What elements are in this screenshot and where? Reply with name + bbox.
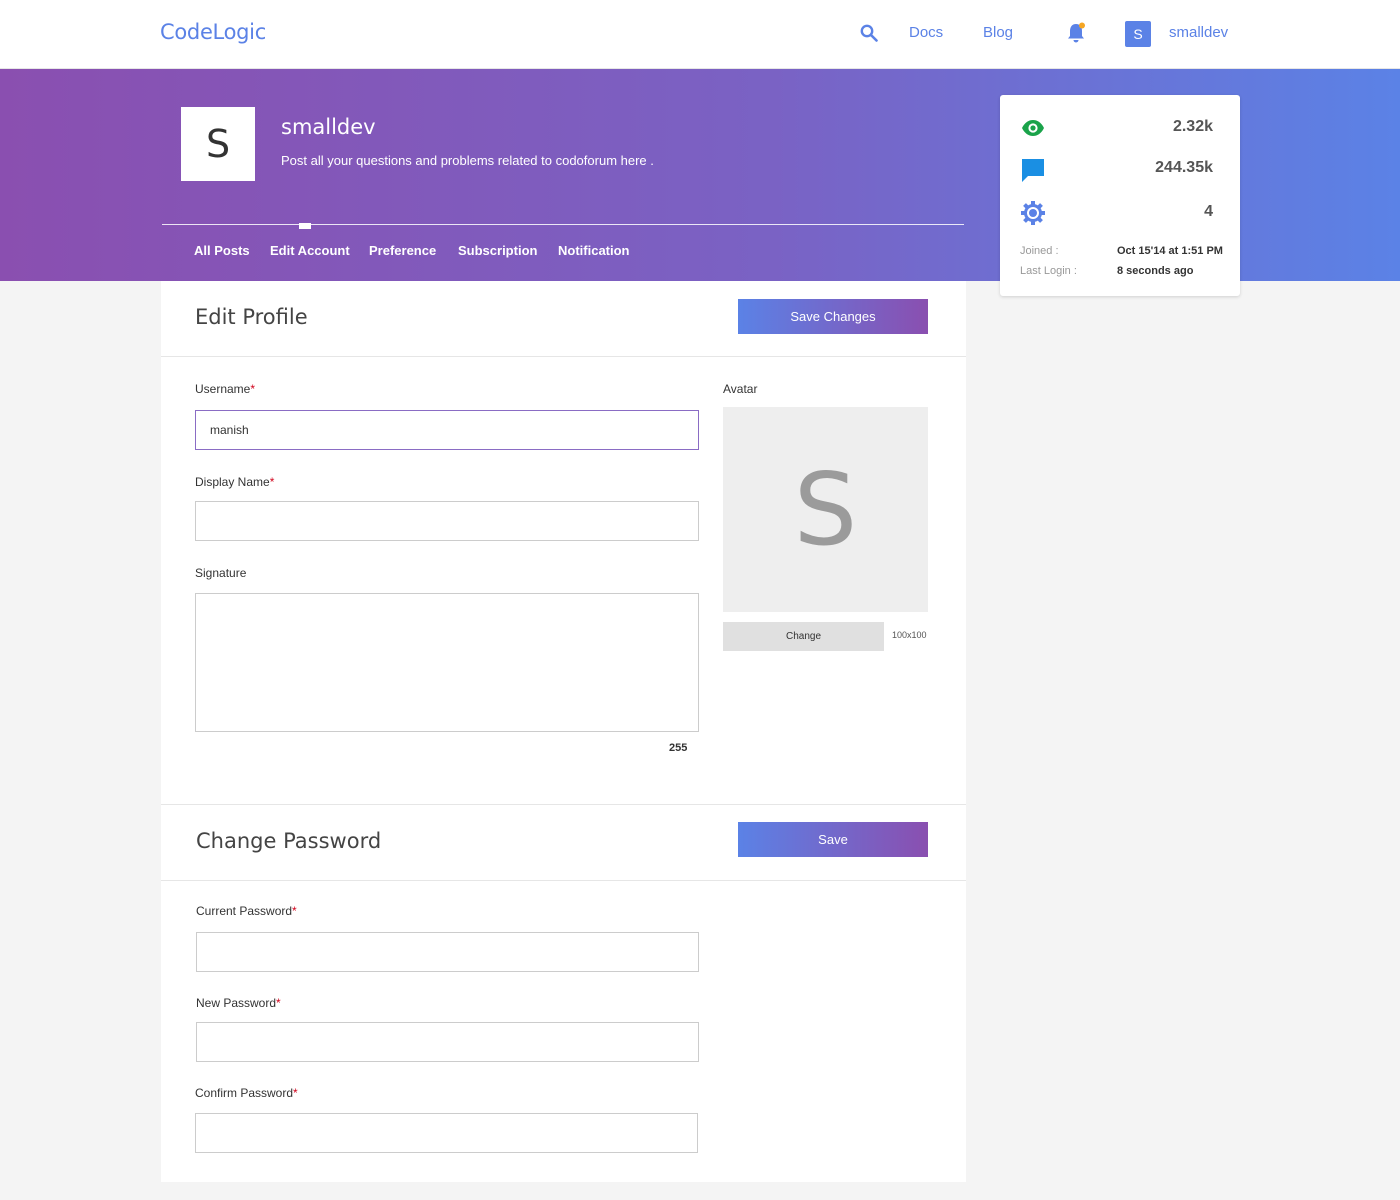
settings-panel: Edit Profile Save Changes Username* Disp… bbox=[161, 281, 966, 1182]
section-divider bbox=[161, 356, 966, 357]
current-password-input[interactable] bbox=[196, 932, 699, 972]
bell-icon[interactable] bbox=[1066, 22, 1086, 44]
tabs-divider bbox=[162, 224, 964, 225]
display-name-input[interactable] bbox=[195, 501, 699, 541]
posts-count: 244.35k bbox=[1155, 159, 1213, 176]
comment-icon bbox=[1022, 159, 1044, 182]
confirm-password-input[interactable] bbox=[195, 1113, 698, 1153]
save-changes-button[interactable]: Save Changes bbox=[738, 299, 928, 334]
top-navbar: CodeLogic Docs Blog S smalldev bbox=[0, 0, 1400, 69]
signature-textarea[interactable] bbox=[195, 593, 699, 732]
section-divider bbox=[161, 804, 966, 805]
eye-icon bbox=[1022, 120, 1044, 136]
views-count: 2.32k bbox=[1172, 118, 1213, 135]
username-input[interactable] bbox=[195, 410, 699, 450]
signature-label: Signature bbox=[195, 566, 247, 580]
site-logo[interactable]: CodeLogic bbox=[160, 20, 266, 44]
nav-blog-link[interactable]: Blog bbox=[983, 24, 1013, 41]
edit-profile-title: Edit Profile bbox=[195, 305, 308, 329]
search-icon[interactable] bbox=[860, 24, 878, 42]
section-divider bbox=[161, 880, 966, 881]
tab-all-posts[interactable]: All Posts bbox=[194, 243, 250, 258]
save-password-button[interactable]: Save bbox=[738, 822, 928, 857]
tab-edit-account[interactable]: Edit Account bbox=[270, 243, 350, 258]
avatar-size-hint: 100x100 bbox=[892, 630, 927, 640]
tab-preference[interactable]: Preference bbox=[369, 243, 436, 258]
confirm-password-label: Confirm Password* bbox=[195, 1086, 298, 1100]
tab-subscription[interactable]: Subscription bbox=[458, 243, 537, 258]
last-login-value: 8 seconds ago bbox=[1117, 265, 1194, 277]
new-password-label: New Password* bbox=[196, 996, 281, 1010]
new-password-input[interactable] bbox=[196, 1022, 699, 1062]
last-login-label: Last Login : bbox=[1020, 265, 1077, 277]
profile-description: Post all your questions and problems rel… bbox=[281, 153, 654, 168]
change-avatar-button[interactable]: Change bbox=[723, 622, 884, 651]
profile-avatar: S bbox=[181, 107, 255, 181]
badge-icon bbox=[1021, 201, 1045, 225]
username-label: Username* bbox=[195, 382, 256, 396]
nav-username[interactable]: smalldev bbox=[1169, 24, 1228, 41]
signature-char-counter: 255 bbox=[669, 742, 688, 754]
avatar-label: Avatar bbox=[723, 382, 758, 396]
avatar-preview: S bbox=[723, 407, 928, 612]
active-tab-indicator bbox=[299, 223, 311, 229]
reputation-count: 4 bbox=[1204, 203, 1213, 220]
change-password-title: Change Password bbox=[196, 829, 382, 853]
profile-name: smalldev bbox=[281, 115, 376, 139]
stats-card: 2.32k 244.35k 4 Joined : Oct 15'14 at 1:… bbox=[1000, 95, 1240, 296]
joined-value: Oct 15'14 at 1:51 PM bbox=[1117, 245, 1223, 257]
joined-label: Joined : bbox=[1020, 245, 1059, 257]
nav-docs-link[interactable]: Docs bbox=[909, 24, 943, 41]
user-avatar[interactable]: S bbox=[1125, 21, 1151, 47]
current-password-label: Current Password* bbox=[196, 904, 297, 918]
display-name-label: Display Name* bbox=[195, 475, 275, 489]
tab-notification[interactable]: Notification bbox=[558, 243, 630, 258]
